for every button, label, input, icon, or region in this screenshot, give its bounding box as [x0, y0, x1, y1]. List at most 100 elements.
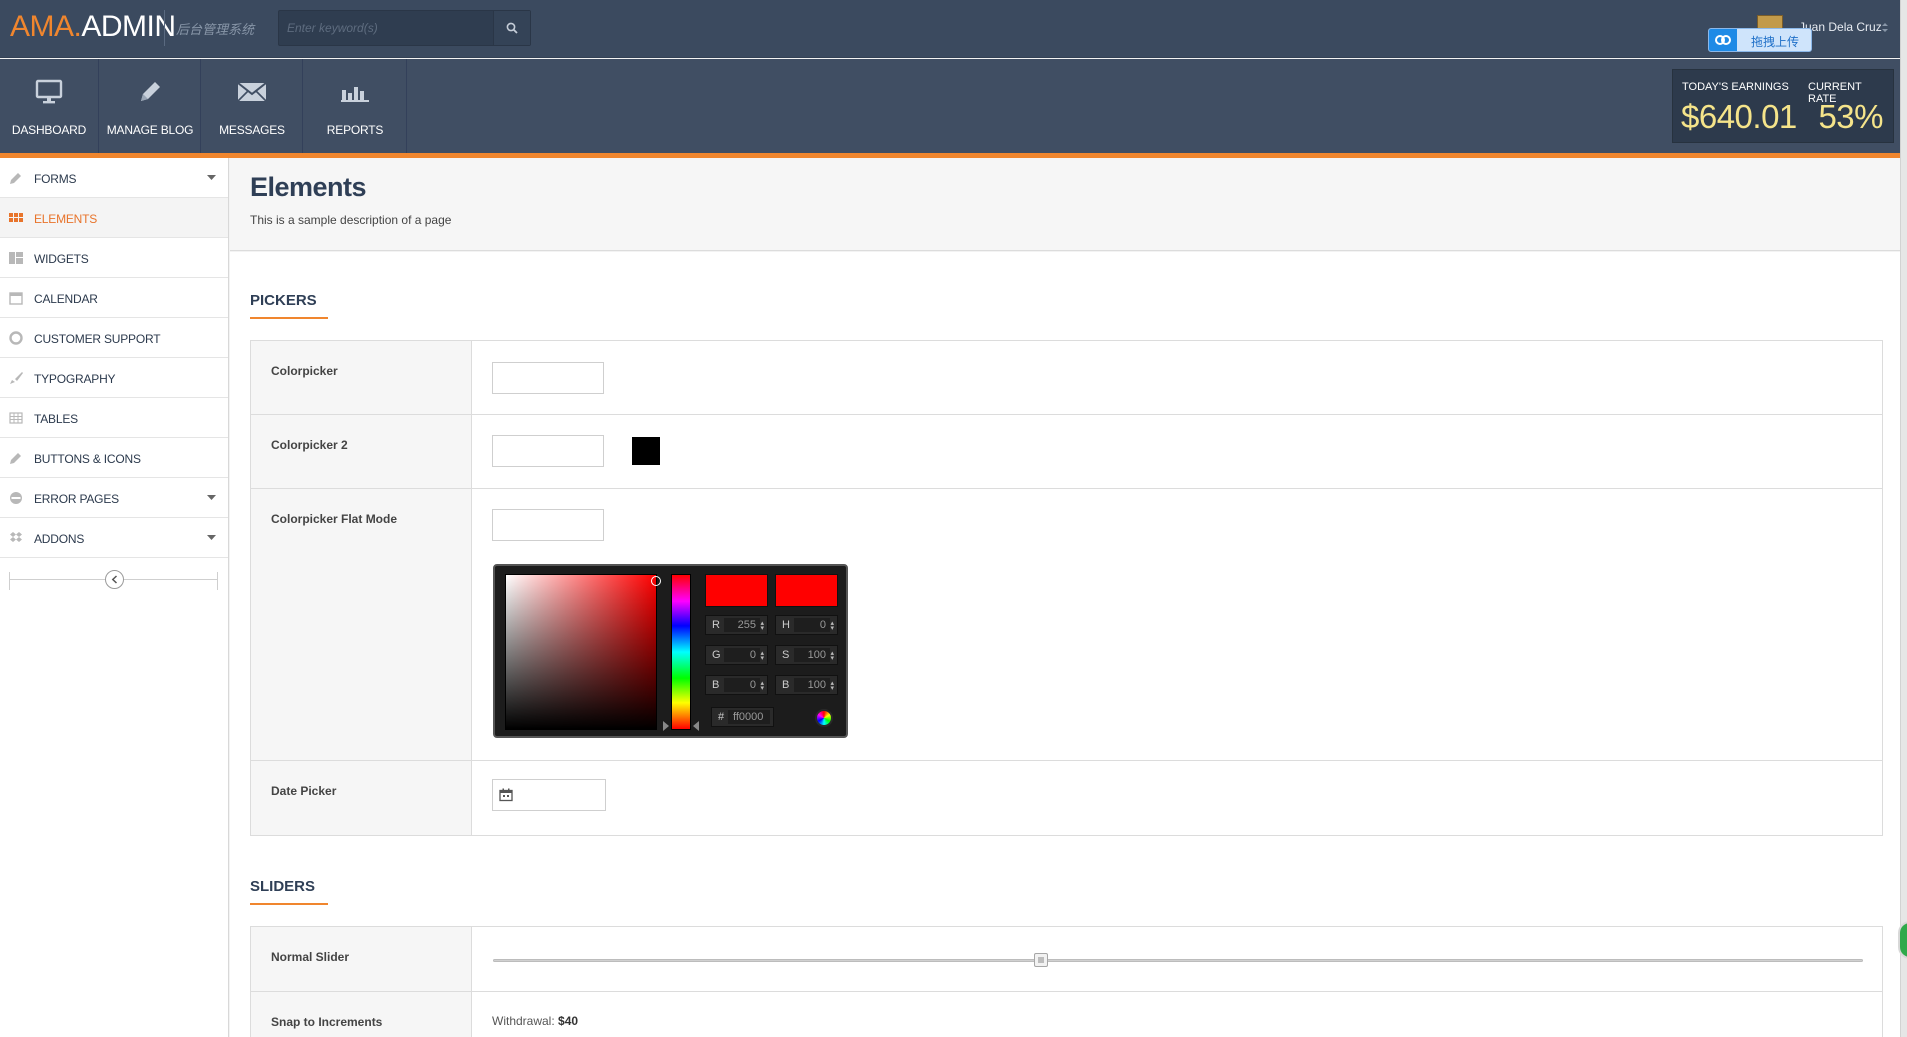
sidebar-collapse-button[interactable]: [105, 570, 124, 589]
sidebar-item-label: TABLES: [34, 412, 78, 426]
hex-field[interactable]: # ff0000: [711, 707, 774, 727]
sidebar-item-widgets[interactable]: WIDGETS: [0, 238, 228, 278]
nav-item-dashboard[interactable]: DASHBOARD: [0, 59, 99, 153]
hue-arrow-left[interactable]: [663, 721, 669, 731]
upload-label: 拖拽上传: [1751, 35, 1800, 49]
form-row-normal-slider: Normal Slider: [251, 927, 1882, 992]
sidebar-item-forms[interactable]: FORMS: [0, 158, 228, 198]
colorpicker-2-input[interactable]: [492, 435, 604, 467]
saturation-label: S: [782, 649, 790, 661]
field-label: Colorpicker Flat Mode: [271, 512, 398, 526]
green-value: 0: [749, 649, 756, 661]
saturation-value-area[interactable]: [505, 574, 661, 730]
page-header: Elements This is a sample description of…: [230, 158, 1900, 251]
logo-ama: AMA.: [10, 10, 82, 43]
spinner-icon[interactable]: ▴ ▾: [830, 680, 834, 692]
earnings-label: TODAY'S EARNINGS: [1682, 81, 1789, 93]
red-label: R: [712, 619, 720, 631]
logo-divider: [164, 10, 165, 46]
current-color-swatch: [775, 574, 838, 607]
no-entry-icon: [10, 492, 22, 504]
brightness-field[interactable]: B 100 ▴ ▾: [775, 675, 838, 695]
logo-subtitle: 后台管理系统: [176, 22, 255, 37]
dropbox-icon: [10, 532, 22, 542]
floating-side-button[interactable]: [1898, 921, 1907, 959]
label-cell: Normal Slider: [251, 927, 472, 991]
sidebar-item-typography[interactable]: TYPOGRAPHY: [0, 358, 228, 398]
withdrawal-readout: Withdrawal: $40: [492, 1014, 578, 1028]
form-row-colorpicker-flat: Colorpicker Flat Mode R 255 ▴▾ G 0 ▴▾: [251, 489, 1882, 761]
nav-label: REPORTS: [326, 123, 384, 137]
color-wheel-icon[interactable]: [815, 709, 833, 727]
hue-label: H: [782, 619, 790, 631]
envelope-icon: [237, 82, 267, 102]
calendar-icon[interactable]: [499, 788, 513, 802]
search-button[interactable]: [493, 11, 530, 45]
label-cell: Colorpicker 2: [251, 415, 472, 488]
spinner-icon[interactable]: ▴ ▾: [760, 680, 764, 692]
table-icon: [9, 412, 23, 424]
spinner-icon[interactable]: ▴ ▾: [760, 620, 764, 632]
sidebar-item-addons[interactable]: ADDONS: [0, 518, 228, 558]
brush-icon: [10, 372, 23, 384]
label-cell: Date Picker: [251, 761, 472, 835]
saturation-handle[interactable]: [651, 576, 661, 586]
upload-badge[interactable]: 拖拽上传: [1708, 28, 1812, 52]
search-icon: [506, 22, 518, 34]
pencil-icon: [141, 82, 160, 101]
colorpicker-flat-input[interactable]: [492, 509, 604, 541]
top-bar: AMA.ADMIN 后台管理系统 Juan Dela Cruz 拖拽上传: [0, 0, 1907, 58]
red-field[interactable]: R 255 ▴ ▾: [705, 615, 768, 635]
form-row-colorpicker-2: Colorpicker 2: [251, 415, 1882, 489]
section-title-sliders: SLIDERS: [250, 878, 316, 895]
nav-item-reports[interactable]: REPORTS: [304, 59, 407, 153]
label-cell: Snap to Increments: [251, 992, 472, 1037]
date-picker-input[interactable]: [492, 779, 606, 811]
form-row-colorpicker: Colorpicker: [251, 341, 1882, 415]
blue-field[interactable]: B 0 ▴ ▾: [705, 675, 768, 695]
grid-icon: [9, 213, 23, 222]
saturation-value: 100: [807, 649, 826, 661]
normal-slider-handle[interactable]: [1034, 953, 1048, 967]
nav-item-manage-blog[interactable]: MANAGE BLOG: [100, 59, 201, 153]
hue-field[interactable]: H 0 ▴ ▾: [775, 615, 838, 635]
sidebar-item-elements[interactable]: ELEMENTS: [0, 198, 228, 238]
search-input[interactable]: [279, 11, 494, 45]
normal-slider-track[interactable]: [493, 959, 1863, 962]
color-swatch[interactable]: [632, 437, 660, 465]
spinner-icon[interactable]: ▴ ▾: [830, 650, 834, 662]
green-field[interactable]: G 0 ▴ ▾: [705, 645, 768, 665]
sidebar-item-label: ELEMENTS: [34, 212, 98, 226]
hex-value[interactable]: ff0000: [728, 710, 770, 724]
sidebar-item-buttons-icons[interactable]: BUTTONS & ICONS: [0, 438, 228, 478]
sidebar-item-calendar[interactable]: CALENDAR: [0, 278, 228, 318]
caret-down-icon: [207, 175, 216, 180]
pencil-icon: [10, 453, 21, 464]
sidebar-item-error-pages[interactable]: ERROR PAGES: [0, 478, 228, 518]
sidebar-item-customer-support[interactable]: CUSTOMER SUPPORT: [0, 318, 228, 358]
scrollbar[interactable]: [1900, 0, 1907, 1037]
sort-caret-icon: [1882, 23, 1888, 32]
form-row-snap-slider: Snap to Increments Withdrawal: $40: [251, 992, 1882, 1037]
blue-label: B: [712, 679, 720, 691]
widgets-icon: [9, 252, 23, 264]
logo[interactable]: AMA.ADMIN: [10, 8, 176, 46]
field-label: Snap to Increments: [271, 1015, 383, 1029]
spinner-icon[interactable]: ▴ ▾: [830, 620, 834, 632]
label-cell: Colorpicker Flat Mode: [251, 489, 472, 760]
hue-slider[interactable]: [671, 574, 691, 730]
page-title: Elements: [250, 172, 367, 202]
nav-label: MANAGE BLOG: [106, 123, 194, 137]
hue-arrow-right[interactable]: [693, 721, 699, 731]
sliders-form: Normal Slider Snap to Increments Withdra…: [250, 926, 1883, 1037]
nav-item-messages[interactable]: MESSAGES: [202, 59, 303, 153]
calendar-icon: [9, 292, 23, 305]
colorpicker-input[interactable]: [492, 362, 604, 394]
saturation-field[interactable]: S 100 ▴ ▾: [775, 645, 838, 665]
lifebuoy-icon: [9, 331, 23, 345]
monitor-icon: [35, 79, 63, 104]
nav-label: DASHBOARD: [11, 123, 87, 137]
new-color-swatch: [705, 574, 768, 607]
spinner-icon[interactable]: ▴ ▾: [760, 650, 764, 662]
sidebar-item-tables[interactable]: TABLES: [0, 398, 228, 438]
